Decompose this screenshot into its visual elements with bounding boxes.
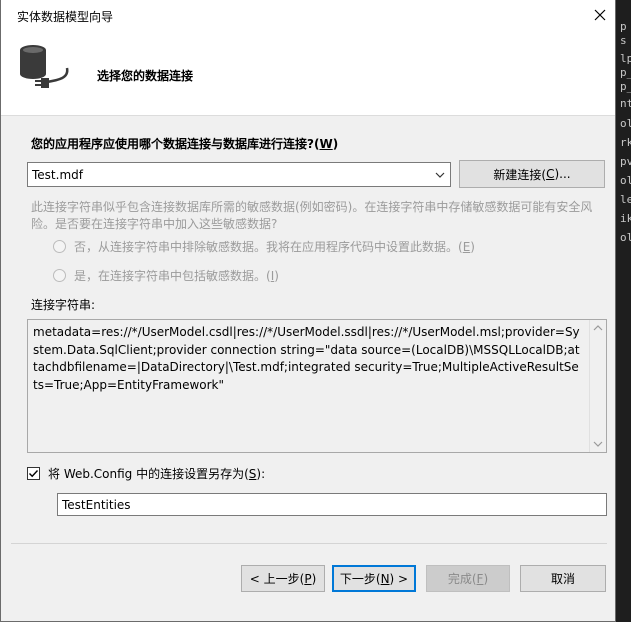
- bg-fragment: p: [620, 20, 627, 33]
- connection-string-textbox[interactable]: metadata=res://*/UserModel.csdl|res://*/…: [27, 319, 607, 453]
- title-bar: 实体数据模型向导: [1, 0, 615, 30]
- radio-include-sensitive[interactable]: 是，在连接字符串中包括敏感数据。(I): [53, 267, 279, 284]
- footer-divider: [11, 543, 607, 544]
- bg-fragment: le: [620, 193, 631, 206]
- connection-question: 您的应用程序应使用哪个数据连接与数据库进行连接?(W): [31, 137, 339, 151]
- bg-fragment: p_: [620, 80, 631, 93]
- entity-name-input[interactable]: TestEntities: [57, 493, 607, 516]
- bg-fragment: ol: [620, 117, 631, 130]
- radio-circle: [53, 240, 66, 253]
- bg-fragment: s: [620, 34, 627, 47]
- entity-name-value: TestEntities: [62, 498, 131, 512]
- bg-fragment: lp: [620, 52, 631, 65]
- bg-fragment: pv: [620, 155, 631, 168]
- radio-label: 否，从连接字符串中排除敏感数据。我将在应用程序代码中设置此数据。(E): [74, 240, 475, 254]
- close-icon: [594, 9, 606, 21]
- cancel-button[interactable]: 取消: [520, 565, 606, 592]
- bg-fragment: p_: [620, 66, 631, 79]
- chevron-down-icon[interactable]: [593, 440, 603, 448]
- finish-button[interactable]: 完成(F): [426, 565, 510, 592]
- bg-fragment: ol: [620, 231, 631, 244]
- checkmark-icon: [29, 470, 39, 478]
- chevron-down-icon: [435, 172, 445, 178]
- bg-fragment: rk: [620, 136, 631, 149]
- checkbox-box[interactable]: [27, 467, 40, 480]
- entity-data-model-wizard: 实体数据模型向导 选择您的数据连接 您的应用程序应使用哪个数据连接与数据库进行连…: [0, 0, 616, 622]
- radio-circle: [53, 269, 66, 282]
- next-button[interactable]: 下一步(N) >: [332, 565, 416, 592]
- save-setting-checkbox[interactable]: 将 Web.Config 中的连接设置另存为(S):: [27, 465, 265, 482]
- bg-fragment: ik: [620, 212, 631, 225]
- background-app-strip: p s lp p_ p_ nt ol rk pv oli le ik ol: [616, 0, 631, 622]
- connection-string-value: metadata=res://*/UserModel.csdl|res://*/…: [33, 325, 580, 392]
- connection-select[interactable]: Test.mdf: [27, 162, 451, 187]
- connection-select-value: Test.mdf: [32, 168, 83, 182]
- window-title: 实体数据模型向导: [17, 10, 114, 24]
- chevron-up-icon[interactable]: [593, 324, 603, 332]
- vertical-scrollbar[interactable]: [589, 320, 606, 452]
- database-plug-icon: [20, 45, 69, 88]
- step-title: 选择您的数据连接: [97, 69, 194, 83]
- prev-button[interactable]: < 上一步(P): [241, 565, 325, 592]
- save-setting-label: 将 Web.Config 中的连接设置另存为(S):: [48, 467, 266, 481]
- radio-label: 是，在连接字符串中包括敏感数据。(I): [74, 269, 279, 283]
- wizard-header: 选择您的数据连接: [1, 30, 615, 116]
- bg-fragment: oli: [620, 174, 631, 187]
- sensitive-data-description: 此连接字符串似乎包含连接数据库所需的敏感数据(例如密码)。在连接字符串中存储敏感…: [31, 200, 593, 231]
- radio-exclude-sensitive[interactable]: 否，从连接字符串中排除敏感数据。我将在应用程序代码中设置此数据。(E): [53, 238, 475, 255]
- connection-string-label: 连接字符串:: [31, 298, 96, 312]
- bg-fragment: nt: [620, 97, 631, 110]
- new-connection-button[interactable]: 新建连接(C)...: [459, 160, 605, 188]
- close-button[interactable]: [585, 0, 615, 30]
